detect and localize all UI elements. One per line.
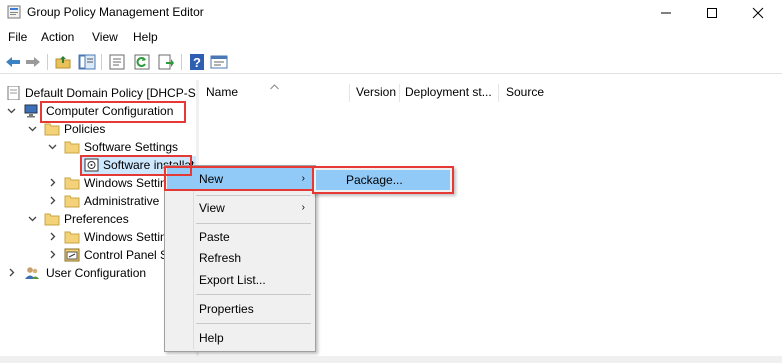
tree-root-gpo[interactable]: Default Domain Policy [DHCP-S <box>0 84 196 102</box>
tree-label: Administrative <box>84 194 160 208</box>
menu-separator <box>196 294 311 295</box>
tree-label: Software Settings <box>84 140 179 154</box>
show-description-icon[interactable] <box>210 53 228 71</box>
tree-label: User Configuration <box>46 266 147 280</box>
policy-document-icon <box>7 86 20 100</box>
column-divider[interactable] <box>498 84 499 102</box>
toolbar-separator <box>101 54 102 70</box>
tree-software-settings[interactable]: Software Settings <box>0 138 196 156</box>
context-menu-refresh[interactable]: Refresh <box>167 247 313 269</box>
chevron-right-icon[interactable] <box>48 196 57 205</box>
toolbar-separator <box>47 54 48 70</box>
context-menu-help[interactable]: Help <box>167 327 313 349</box>
gpo-editor-app-icon <box>7 5 21 19</box>
sort-ascending-icon <box>270 84 279 90</box>
menu-file[interactable]: File <box>8 30 27 44</box>
back-arrow-icon[interactable] <box>4 53 22 71</box>
column-header-name[interactable]: Name <box>206 80 238 104</box>
minimize-button[interactable] <box>643 0 689 26</box>
help-icon[interactable]: ? <box>188 53 206 71</box>
folder-icon <box>64 141 80 154</box>
chevron-down-icon[interactable] <box>28 124 37 133</box>
title-bar: Group Policy Management Editor <box>0 0 782 26</box>
tree-label: Windows Settin <box>84 176 167 190</box>
context-menu-view[interactable]: View › <box>167 197 313 219</box>
close-icon <box>752 7 764 19</box>
forward-arrow-icon[interactable] <box>24 53 42 71</box>
close-button[interactable] <box>735 0 781 26</box>
menu-item-label: Properties <box>199 302 254 316</box>
menu-view[interactable]: View <box>92 30 118 44</box>
column-header-deployment-state[interactable]: Deployment st... <box>405 80 492 104</box>
menu-separator <box>196 195 311 196</box>
context-menu: New › View › Paste Refresh Export List..… <box>164 165 316 352</box>
menu-item-label: View <box>199 201 225 215</box>
maximize-button[interactable] <box>689 0 735 26</box>
menu-separator <box>196 323 311 324</box>
menu-item-label: Help <box>199 331 224 345</box>
export-list-icon[interactable] <box>157 53 175 71</box>
folder-icon <box>44 123 60 136</box>
column-header-source[interactable]: Source <box>506 80 544 104</box>
up-folder-icon[interactable] <box>54 53 72 71</box>
minimize-icon <box>661 12 671 14</box>
chevron-right-icon[interactable] <box>48 232 57 241</box>
context-menu-properties[interactable]: Properties <box>167 298 313 320</box>
toolbar-separator <box>181 54 182 70</box>
menu-bar: File Action View Help <box>0 28 782 48</box>
submenu-arrow-icon: › <box>301 202 305 213</box>
computer-icon <box>24 104 38 118</box>
maximize-icon <box>707 8 717 18</box>
highlight-package-item <box>312 166 454 194</box>
folder-icon <box>64 177 80 190</box>
menu-item-label: Refresh <box>199 251 242 265</box>
tree-label: Preferences <box>64 212 129 226</box>
menu-separator <box>196 223 311 224</box>
chevron-down-icon[interactable] <box>7 106 16 115</box>
menu-help[interactable]: Help <box>133 30 158 44</box>
column-divider[interactable] <box>399 84 400 102</box>
properties-icon[interactable] <box>108 53 126 71</box>
chevron-right-icon[interactable] <box>7 268 16 277</box>
users-icon <box>25 267 39 279</box>
menu-action[interactable]: Action <box>41 30 74 44</box>
context-menu-export-list[interactable]: Export List... <box>167 269 313 291</box>
control-panel-icon <box>64 248 80 262</box>
tree-label: Default Domain Policy [DHCP-S <box>25 86 196 100</box>
folder-icon <box>64 231 80 244</box>
refresh-icon[interactable] <box>133 53 151 71</box>
show-hide-tree-icon[interactable] <box>78 53 96 71</box>
highlight-computer-configuration <box>40 101 186 123</box>
menu-item-label: Export List... <box>199 273 266 287</box>
chevron-right-icon[interactable] <box>48 250 57 259</box>
menu-item-label: Paste <box>199 230 230 244</box>
chevron-down-icon[interactable] <box>28 214 37 223</box>
tree-label: Control Panel S <box>84 248 169 262</box>
context-menu-paste[interactable]: Paste <box>167 226 313 248</box>
folder-icon <box>64 195 80 208</box>
svg-text:?: ? <box>193 55 201 70</box>
chevron-right-icon[interactable] <box>48 178 57 187</box>
window-title: Group Policy Management Editor <box>27 5 204 19</box>
column-header-version[interactable]: Version <box>356 80 396 104</box>
highlight-new-menu-item <box>164 166 314 191</box>
toolbar: ? <box>0 50 782 74</box>
status-bar <box>0 356 782 363</box>
tree-label: Windows Settin <box>84 230 167 244</box>
chevron-down-icon[interactable] <box>48 142 57 151</box>
folder-icon <box>44 213 60 226</box>
column-divider[interactable] <box>349 84 350 102</box>
